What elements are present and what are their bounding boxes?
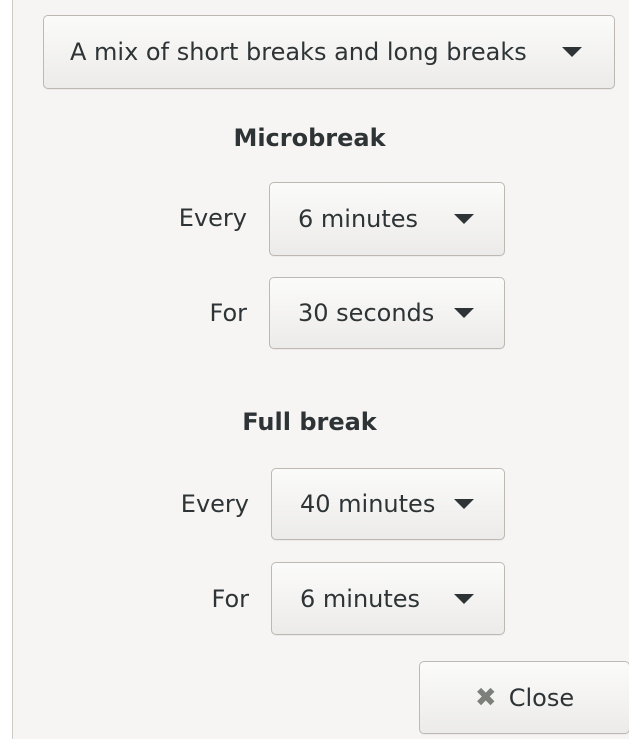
chevron-down-icon — [454, 214, 474, 224]
chevron-down-icon — [562, 47, 582, 57]
full-break-interval-value: 40 minutes — [300, 490, 436, 518]
microbreak-duration-value: 30 seconds — [298, 299, 435, 327]
microbreak-interval-dropdown[interactable]: 6 minutes — [269, 182, 505, 256]
full-break-duration-value: 6 minutes — [300, 584, 421, 613]
full-break-every-label: Every — [180, 490, 249, 518]
full-break-for-label: For — [211, 585, 250, 613]
microbreak-duration-dropdown[interactable]: 30 seconds — [269, 277, 505, 349]
full-break-heading: Full break — [242, 408, 377, 436]
microbreak-every-label: Every — [178, 204, 247, 232]
full-break-interval-dropdown[interactable]: 40 minutes — [271, 468, 505, 540]
break-settings-dialog: A mix of short breaks and long breaks Mi… — [12, 0, 629, 739]
chevron-down-icon — [454, 593, 474, 604]
break-mode-dropdown[interactable]: A mix of short breaks and long breaks — [43, 15, 615, 89]
close-button[interactable]: ✖ Close — [419, 661, 629, 734]
microbreak-interval-value: 6 minutes — [298, 205, 419, 233]
close-icon: ✖ — [474, 682, 497, 713]
chevron-down-icon — [454, 308, 474, 318]
chevron-down-icon — [454, 499, 474, 509]
microbreak-heading: Microbreak — [233, 124, 386, 152]
break-mode-value: A mix of short breaks and long breaks — [70, 38, 527, 66]
close-button-label: Close — [508, 683, 575, 712]
full-break-duration-dropdown[interactable]: 6 minutes — [271, 562, 505, 635]
microbreak-for-label: For — [209, 299, 248, 327]
